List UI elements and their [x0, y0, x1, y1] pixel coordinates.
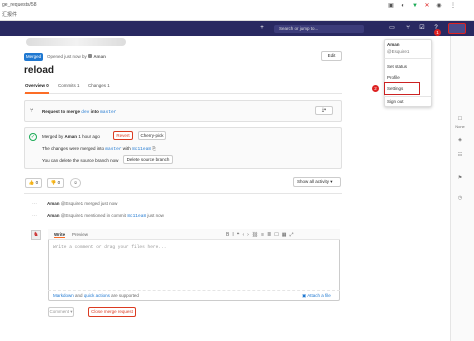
extension-icon[interactable]: ◐	[400, 3, 406, 9]
author-avatar	[88, 54, 93, 58]
attach-file-link[interactable]: ▣ Attach a file	[302, 293, 331, 299]
quick-actions-link: quick actions	[83, 293, 110, 298]
thumbs-down-button[interactable]: 👎 0	[47, 178, 64, 188]
search-placeholder: Search or jump to...	[279, 26, 319, 31]
merge-requests-icon[interactable]: ⑂	[404, 24, 412, 32]
divider	[384, 58, 432, 59]
note-icon: ⋯	[32, 201, 37, 207]
milestone-icon[interactable]: ⚑	[453, 175, 467, 181]
cherry-pick-button[interactable]: Cherry-pick	[138, 131, 166, 140]
menu-item-settings[interactable]: Settings	[387, 86, 403, 91]
menu-icon[interactable]: ⋮	[450, 3, 456, 9]
comment-textarea[interactable]: Write a comment or drag your files here.…	[53, 245, 166, 250]
commit-icon: ⋯	[32, 213, 37, 219]
system-note: Aman @Esquire1 merged just now	[47, 201, 118, 206]
participants-icon[interactable]: ☷	[453, 152, 467, 158]
extension-icon[interactable]: ▼	[412, 3, 418, 9]
close-merge-request-button[interactable]: Close merge request	[88, 307, 136, 317]
system-note: Aman @Esquire1 mentioned in commit 8c11e…	[47, 213, 164, 219]
add-reaction-button[interactable]: ☺	[70, 178, 81, 188]
sidebar-label: None	[455, 124, 465, 129]
opened-by-text: Opened just now by Aman	[47, 54, 106, 59]
edit-button[interactable]: Edit	[321, 51, 342, 61]
menu-item-sign-out[interactable]: Sign out	[387, 99, 404, 104]
menu-item-profile[interactable]: Profile	[387, 75, 400, 80]
todo-icon[interactable]: ☐	[453, 116, 467, 122]
attach-icon: ▣	[302, 293, 307, 298]
extension-icon[interactable]: ▣	[388, 3, 394, 9]
link-icon: ⛓	[251, 232, 262, 238]
divider	[384, 96, 432, 97]
merged-into-text: The changes were merged into master with…	[42, 146, 156, 152]
delete-source-branch-button[interactable]: Delete source branch	[123, 155, 173, 164]
tab-overview[interactable]: Overview 0	[25, 82, 49, 94]
download-dropdown-button[interactable]: ⤓▾	[315, 106, 333, 115]
code-icon: ‹›	[242, 232, 252, 238]
markdown-help: Markdown and quick actions are supported	[53, 293, 139, 298]
page-title: reload	[24, 65, 55, 76]
fullscreen-icon: ⤢	[289, 232, 297, 238]
time-icon[interactable]: ◷	[453, 195, 467, 201]
format-toolbar[interactable]: BI❝‹›⛓≡≣☐▦⤢	[226, 232, 297, 238]
url-text[interactable]: ge_requests/58	[2, 2, 36, 8]
tab-commits[interactable]: Commits 1	[58, 82, 80, 94]
copy-icon: ⎘	[152, 146, 156, 151]
dropdown-user-name: Aman	[387, 42, 400, 47]
menu-item-set-status[interactable]: Set status	[387, 64, 407, 69]
write-tab[interactable]: Write	[54, 232, 66, 238]
thumbs-down-icon: 👎	[50, 180, 57, 185]
merged-by-text: Merged by Aman 1 hour ago	[42, 134, 100, 139]
thumbs-up-button[interactable]: 👍 0	[25, 178, 42, 188]
avatar: ♞	[31, 230, 41, 240]
activity-filter-dropdown[interactable]: Show all activity ▾	[293, 177, 341, 187]
annotation-badge: 2	[372, 85, 379, 92]
thumbs-up-icon: 👍	[28, 180, 35, 185]
merge-icon: ⑂	[30, 108, 34, 114]
check-icon: ✓	[29, 133, 37, 141]
divider	[24, 193, 342, 194]
extension-icon[interactable]: ◉	[436, 3, 442, 9]
tab-changes[interactable]: Changes 1	[88, 82, 110, 94]
todos-icon[interactable]: ☑	[418, 24, 426, 32]
issues-icon[interactable]: ▭	[388, 24, 396, 32]
comment-button[interactable]: Comment ▾	[48, 307, 74, 317]
status-badge: Merged	[24, 53, 43, 61]
user-avatar-button[interactable]	[448, 23, 466, 34]
bookmark-item[interactable]: 汇报件	[2, 11, 17, 18]
task-icon: ☐	[274, 232, 282, 238]
preview-tab[interactable]: Preview	[72, 232, 88, 237]
request-to-merge-text: Request to merge dev into master	[42, 109, 117, 115]
markdown-link: Markdown	[53, 293, 74, 298]
plus-icon[interactable]: +	[258, 24, 266, 32]
right-sidebar	[450, 36, 474, 341]
revert-button[interactable]: Revert	[113, 131, 133, 140]
top-navbar	[0, 21, 474, 36]
delete-branch-text: You can delete the source branch now	[42, 158, 119, 163]
label-icon[interactable]: ◈	[453, 137, 467, 143]
annotation-badge: 1	[434, 29, 441, 36]
dropdown-user-handle: @Esquire1	[387, 49, 410, 54]
extension-icon[interactable]: ✕	[424, 3, 430, 9]
breadcrumb-blurred	[26, 38, 126, 46]
